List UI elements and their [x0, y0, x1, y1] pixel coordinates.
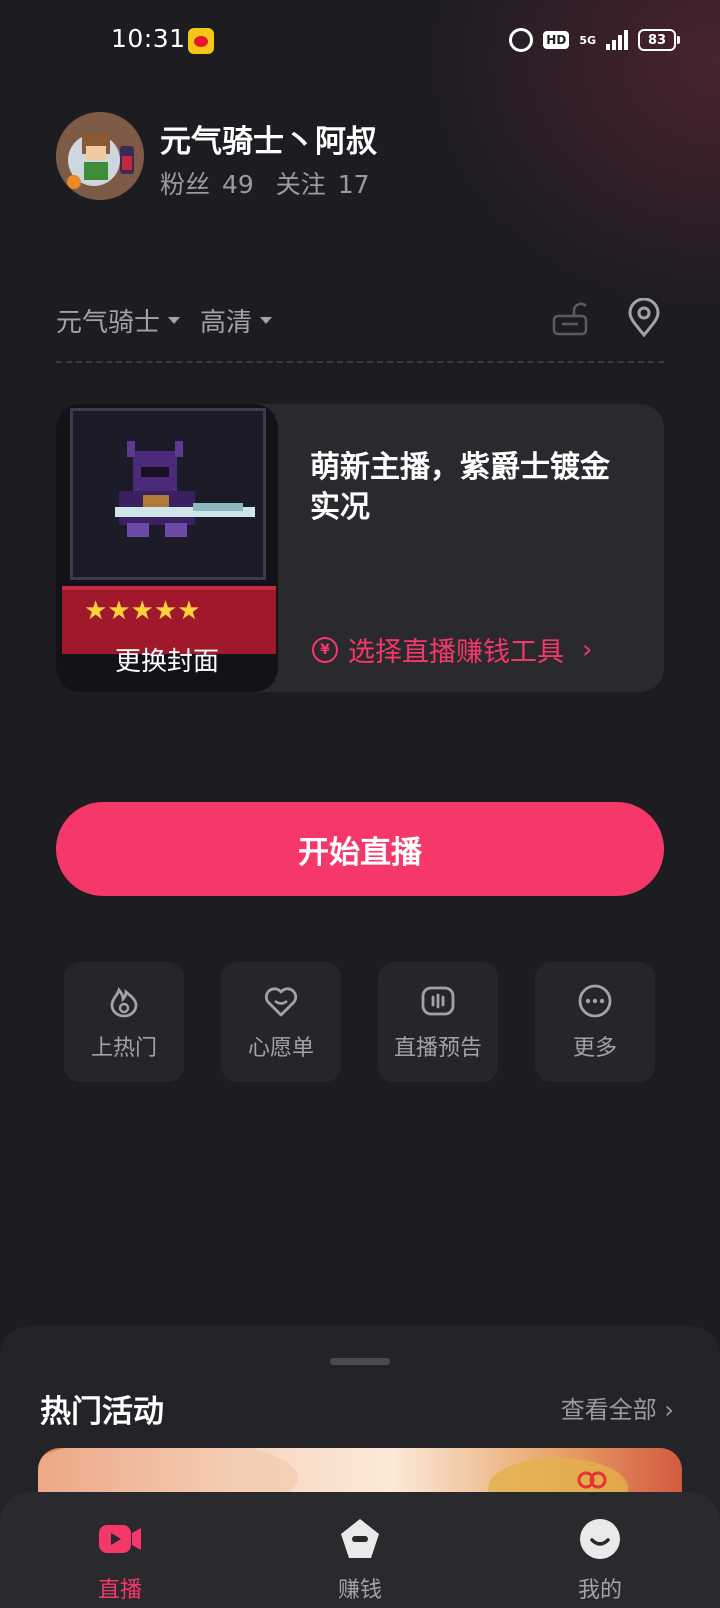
tile-wishlist[interactable]: 心愿单 — [221, 962, 341, 1082]
category-dropdown[interactable]: 元气骑士 — [56, 302, 181, 339]
tile-label: 上热门 — [90, 1036, 157, 1061]
status-time: 10:31 — [111, 24, 186, 53]
unlock-icon[interactable] — [552, 302, 588, 336]
nav-label: 我的 — [577, 1578, 622, 1603]
nav-profile[interactable]: 我的 — [540, 1516, 660, 1604]
username: 元气骑士丶阿叔 — [160, 124, 377, 160]
fans-count: 49 — [221, 170, 254, 199]
divider — [56, 361, 664, 363]
battery-icon: 83 — [638, 29, 680, 51]
earn-icon — [341, 1519, 379, 1558]
alarm-icon — [509, 28, 534, 52]
signal-icon — [606, 30, 628, 50]
drag-handle[interactable] — [330, 1358, 390, 1365]
avatar[interactable] — [56, 112, 144, 200]
stream-title[interactable]: 萌新主播，紫爵士镀金实况 — [310, 448, 610, 528]
quick-tools: 上热门 心愿单 直播预告 更多 — [64, 962, 655, 1082]
fans-stat[interactable]: 粉丝 49 — [160, 165, 254, 201]
battery-level: 83 — [647, 32, 667, 48]
tile-trending[interactable]: 上热门 — [64, 962, 184, 1082]
cover-image[interactable]: ★★★★★ 更换封面 — [56, 404, 278, 692]
heart-smile-icon — [264, 987, 298, 1017]
start-live-button[interactable]: 开始直播 — [56, 802, 664, 896]
broadcast-preview-icon — [421, 986, 455, 1016]
quality-value: 高清 — [200, 308, 253, 338]
follow-count: 17 — [337, 170, 370, 199]
network-label: 5G — [579, 33, 596, 47]
nav-live[interactable]: 直播 — [60, 1516, 180, 1604]
quality-dropdown[interactable]: 高清 — [200, 302, 273, 339]
nav-earn[interactable]: 赚钱 — [300, 1516, 420, 1604]
tile-preview[interactable]: 直播预告 — [378, 962, 498, 1082]
status-bar: 10:31 HD 5G 83 — [0, 0, 720, 80]
chevron-right-icon: › — [664, 1396, 674, 1424]
tile-more[interactable]: 更多 — [535, 962, 655, 1082]
flame-icon — [110, 987, 138, 1018]
change-cover-button[interactable]: 更换封面 — [56, 641, 278, 678]
more-dots-icon — [578, 984, 612, 1018]
nav-label: 赚钱 — [337, 1578, 382, 1603]
follow-label: 关注 — [275, 170, 326, 199]
fans-label: 粉丝 — [160, 170, 211, 199]
stream-settings: 元气骑士 高清 — [56, 302, 273, 339]
see-all-link[interactable]: 查看全部 › — [561, 1390, 674, 1425]
follow-stat[interactable]: 关注 17 — [276, 165, 370, 201]
status-icons: HD 5G 83 — [509, 28, 680, 52]
profile-smile-icon — [580, 1519, 620, 1559]
chevron-right-icon: › — [582, 634, 593, 665]
hd-badge: HD — [543, 31, 570, 49]
category-value: 元气骑士 — [56, 308, 161, 338]
earn-tools-link[interactable]: ¥ 选择直播赚钱工具 › — [312, 630, 592, 669]
star-rating: ★★★★★ — [84, 596, 201, 626]
cover-frame — [70, 408, 266, 580]
chevron-down-icon — [260, 317, 273, 324]
see-all-label: 查看全部 — [560, 1396, 657, 1424]
location-pin-icon[interactable] — [626, 298, 662, 338]
live-camera-icon — [99, 1525, 141, 1553]
tile-label: 心愿单 — [247, 1036, 314, 1061]
nav-label: 直播 — [97, 1578, 142, 1603]
earn-tools-label: 选择直播赚钱工具 — [348, 637, 564, 668]
activities-title: 热门活动 — [40, 1394, 164, 1430]
weibo-icon — [188, 28, 214, 54]
follow-stats: 粉丝 49 关注 17 — [160, 165, 370, 201]
tile-label: 直播预告 — [393, 1036, 482, 1061]
chevron-down-icon — [168, 317, 181, 324]
tile-label: 更多 — [572, 1036, 617, 1061]
yen-icon: ¥ — [312, 636, 338, 663]
